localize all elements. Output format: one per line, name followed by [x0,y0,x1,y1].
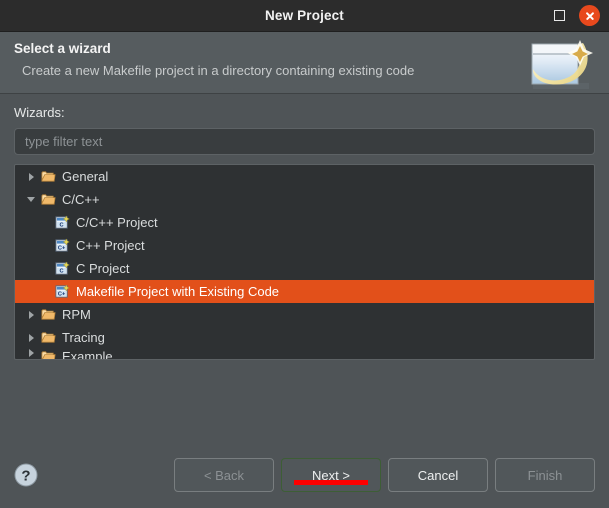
folder-icon [39,349,57,359]
cpp-project-icon: C+ [53,284,71,299]
help-icon[interactable]: ? [14,463,38,487]
window-controls [554,0,600,31]
tree-item-c-project[interactable]: C+ C++ Project [15,234,594,257]
folder-icon [39,169,57,184]
cpp-project-icon: C+ [53,238,71,253]
tree-item-rpm[interactable]: RPM [15,303,594,326]
tree-item-general[interactable]: General [15,165,594,188]
tree-item-c-c-project[interactable]: C C/C++ Project [15,211,594,234]
wizards-label: Wizards: [14,105,65,120]
dialog-body: Wizards: General C/C++ C C/C++ Project C+ C++… [0,94,609,442]
chevron-down-icon[interactable] [23,197,39,202]
wizard-sparkle-icon [523,37,601,93]
tree-item-example[interactable]: Example [15,349,594,359]
window-titlebar: New Project [0,0,609,32]
tree-item-label: C++ Project [76,238,145,253]
annotation-underline [294,480,368,485]
svg-text:C: C [59,269,63,275]
c-project-icon: C [53,215,71,230]
folder-icon [39,330,57,345]
tree-item-c-project[interactable]: C C Project [15,257,594,280]
svg-text:?: ? [21,468,30,485]
tree-item-tracing[interactable]: Tracing [15,326,594,349]
tree-item-label: Makefile Project with Existing Code [76,284,280,299]
folder-icon [39,192,57,207]
dialog-footer: ? < Back Next > Cancel Finish [0,442,609,508]
button-label: Finish [527,467,563,483]
back-button: < Back [174,458,274,492]
tree-item-label: Tracing [62,330,105,345]
svg-text:C: C [59,223,63,229]
chevron-right-icon[interactable] [23,172,39,181]
filter-input[interactable] [14,128,595,155]
tree-item-label: RPM [62,307,91,322]
page-description: Create a new Makefile project in a direc… [22,63,415,78]
wizard-header: Select a wizard Create a new Makefile pr… [0,32,609,94]
folder-icon [39,307,57,322]
finish-button: Finish [495,458,595,492]
button-label: Cancel [417,467,459,483]
button-label: < Back [203,467,245,483]
tree-item-label: General [62,169,109,184]
tree-item-makefile-project-with-existing-code[interactable]: C+ Makefile Project with Existing Code [15,280,594,303]
chevron-right-icon[interactable] [23,349,39,357]
tree-item-c-c[interactable]: C/C++ [15,188,594,211]
close-icon[interactable] [579,5,600,26]
tree-item-label: C/C++ Project [76,215,158,230]
cancel-button[interactable]: Cancel [388,458,488,492]
chevron-right-icon[interactable] [23,310,39,319]
next-button[interactable]: Next > [281,458,381,492]
c-project-icon: C [53,261,71,276]
tree-item-label: Example [62,349,113,359]
svg-text:C+: C+ [57,292,65,298]
tree-item-label: C/C++ [62,192,100,207]
tree-item-label: C Project [76,261,130,276]
svg-text:C+: C+ [57,246,65,252]
window-title: New Project [265,8,344,23]
page-title: Select a wizard [14,41,111,56]
maximize-icon[interactable] [554,10,565,21]
wizards-tree[interactable]: General C/C++ C C/C++ Project C+ C++ Project C… [14,164,595,360]
chevron-right-icon[interactable] [23,333,39,342]
new-project-dialog: New Project Select a wizard Create a new… [0,0,609,508]
dialog-button-group: < Back Next > Cancel Finish [174,458,595,492]
